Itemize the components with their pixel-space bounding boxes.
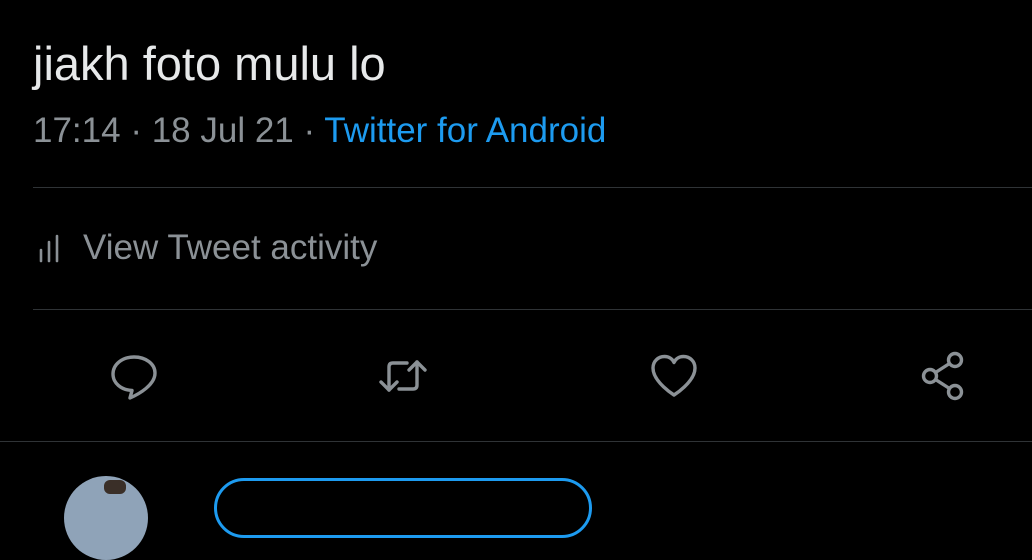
tweet-time: 17:14 — [33, 111, 121, 150]
share-button[interactable] — [914, 346, 974, 406]
reply-button[interactable] — [104, 346, 164, 406]
reply-icon — [111, 355, 157, 400]
divider — [0, 441, 1032, 442]
divider — [33, 187, 1032, 188]
tweet-meta: 17:14 · 18 Jul 21 · Twitter for Android — [33, 110, 606, 152]
tweet-date: 18 Jul 21 — [151, 111, 294, 150]
bar-chart-icon — [33, 233, 67, 263]
tweet-text: jiakh foto mulu lo — [33, 37, 386, 90]
avatar[interactable] — [64, 476, 148, 560]
view-tweet-activity-label: View Tweet activity — [83, 228, 378, 267]
retweet-button[interactable] — [373, 346, 433, 406]
retweet-icon — [379, 360, 427, 392]
meta-separator: · — [303, 111, 316, 150]
divider — [33, 309, 1032, 310]
reply-input[interactable] — [214, 478, 592, 538]
tweet-source-link[interactable]: Twitter for Android — [324, 111, 606, 150]
view-tweet-activity-button[interactable]: View Tweet activity — [33, 224, 377, 272]
like-button[interactable] — [644, 346, 704, 406]
heart-icon — [651, 354, 697, 397]
share-icon — [921, 351, 964, 401]
meta-separator: · — [130, 111, 142, 150]
